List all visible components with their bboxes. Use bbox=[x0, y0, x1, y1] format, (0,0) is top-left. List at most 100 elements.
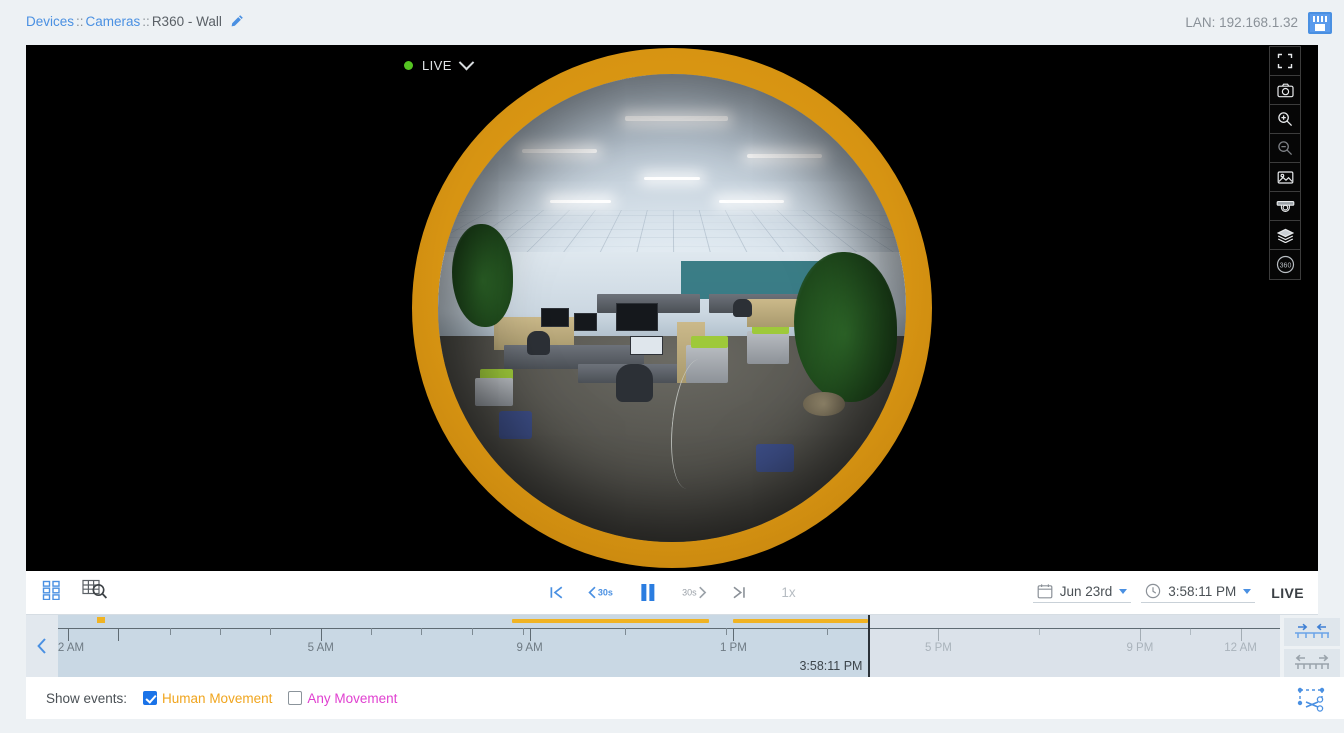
playback-speed[interactable]: 1x bbox=[781, 585, 795, 600]
office-chair bbox=[615, 364, 654, 402]
ethernet-port-icon[interactable] bbox=[1308, 11, 1332, 34]
clip-export-icon[interactable] bbox=[1280, 677, 1344, 719]
live-status-badge[interactable]: LIVE bbox=[404, 54, 475, 73]
timeline-tick bbox=[1039, 628, 1041, 635]
timeline-tick-label: 5 PM bbox=[925, 642, 952, 654]
timeline-tick bbox=[270, 628, 272, 635]
timeline-tick-label: 12 AM bbox=[1224, 642, 1257, 654]
svg-text:360: 360 bbox=[1279, 263, 1291, 270]
potted-plant bbox=[452, 223, 513, 327]
skip-to-start-button[interactable] bbox=[548, 584, 565, 601]
monitor bbox=[540, 308, 570, 327]
image-settings-icon[interactable] bbox=[1270, 163, 1300, 192]
view-mode-buttons bbox=[42, 579, 108, 606]
timeline-track[interactable]: 12 AM 5 AM 9 AM 1 PM 5 PM 9 PM 12 AM 3:58:11 P… bbox=[58, 615, 1286, 677]
timeline-tick bbox=[938, 628, 940, 641]
grid-search-icon[interactable] bbox=[82, 579, 108, 606]
video-toolbar: 360 bbox=[1269, 46, 1301, 280]
network-status: LAN: 192.168.1.32 bbox=[1185, 11, 1332, 34]
storage-cabinet bbox=[746, 331, 789, 365]
timeline-tick bbox=[67, 628, 69, 641]
breadcrumb-cameras[interactable]: Cameras bbox=[86, 14, 141, 29]
show-events-label: Show events: bbox=[46, 690, 128, 706]
timeline-event-marker[interactable] bbox=[97, 617, 106, 623]
live-mode-label[interactable]: LIVE bbox=[1271, 585, 1304, 601]
back-30s-button[interactable]: 30s bbox=[587, 584, 617, 601]
grid-view-icon[interactable] bbox=[42, 580, 62, 605]
ceiling-light bbox=[643, 176, 701, 180]
timeline-tick bbox=[169, 628, 171, 635]
human-movement-checkbox[interactable] bbox=[143, 691, 158, 705]
skip-to-end-button[interactable] bbox=[730, 584, 747, 601]
timeline-event-marker[interactable] bbox=[512, 619, 709, 623]
camera-view bbox=[438, 74, 906, 542]
breadcrumb-separator-2: :: bbox=[142, 14, 150, 29]
fullscreen-icon[interactable] bbox=[1270, 47, 1300, 76]
timeline-tick bbox=[471, 628, 473, 635]
monitor bbox=[615, 303, 658, 332]
timeline-tick-label: 1 PM bbox=[719, 642, 747, 654]
time-picker[interactable]: 3:58:11 PM bbox=[1141, 582, 1256, 603]
timeline-axis bbox=[58, 628, 1286, 629]
live-badge-label: LIVE bbox=[422, 58, 452, 73]
transport-controls: 30s 30s 1x bbox=[548, 583, 796, 602]
any-movement-label: Any Movement bbox=[307, 690, 398, 706]
timeline-tick bbox=[523, 628, 525, 635]
datetime-controls: Jun 23rd 3:58:11 PM LIVE bbox=[1032, 582, 1304, 603]
timeline-tick bbox=[826, 628, 828, 635]
timeline-tick bbox=[371, 628, 373, 635]
timeline-tick bbox=[118, 628, 120, 641]
timeline-tick bbox=[1139, 628, 1141, 641]
forward-30s-button[interactable]: 30s bbox=[678, 584, 708, 601]
date-picker[interactable]: Jun 23rd bbox=[1032, 582, 1132, 603]
video-stage[interactable]: LIVE 360 bbox=[26, 45, 1318, 571]
office-chair bbox=[526, 331, 551, 355]
timeline-event-marker[interactable] bbox=[733, 619, 869, 623]
recycling-bin bbox=[756, 443, 794, 472]
timeline-tick bbox=[1240, 628, 1242, 641]
date-value: Jun 23rd bbox=[1059, 583, 1113, 599]
timeline-tools-rail bbox=[1280, 615, 1344, 733]
monitor bbox=[573, 312, 598, 332]
timeline-tick bbox=[529, 628, 531, 641]
pencil-icon[interactable] bbox=[230, 14, 244, 31]
breadcrumb-separator-1: :: bbox=[76, 14, 84, 29]
storage-cabinet bbox=[475, 378, 513, 407]
timeline-tick bbox=[733, 628, 735, 641]
dewarp-360-icon[interactable]: 360 bbox=[1270, 250, 1300, 279]
timeline-zoom-in-icon[interactable] bbox=[1284, 618, 1340, 646]
ceiling-light bbox=[522, 148, 598, 153]
chevron-left-icon bbox=[37, 638, 46, 654]
breadcrumb-devices[interactable]: Devices bbox=[26, 14, 74, 29]
timeline-tick bbox=[1190, 628, 1192, 635]
playhead-time-label: 3:58:11 PM bbox=[799, 659, 863, 673]
zoom-in-icon[interactable] bbox=[1270, 105, 1300, 134]
top-bar: Devices:: Cameras:: R360 - Wall LAN: 192.1… bbox=[0, 0, 1344, 45]
timeline-tick bbox=[320, 628, 322, 641]
timeline-prev-button[interactable] bbox=[26, 615, 58, 677]
timeline-tick-label: 5 AM bbox=[307, 642, 334, 654]
live-indicator-dot bbox=[404, 61, 413, 70]
events-filter-bar: Show events: Human Movement Any Movement bbox=[26, 677, 1318, 719]
time-value: 3:58:11 PM bbox=[1168, 583, 1237, 599]
event-filter-human-movement[interactable]: Human Movement bbox=[143, 691, 272, 706]
timeline-tick bbox=[726, 628, 728, 635]
ceiling-light bbox=[625, 116, 729, 122]
timeline-playhead[interactable] bbox=[868, 615, 871, 677]
event-filter-any-movement[interactable]: Any Movement bbox=[288, 691, 397, 706]
timeline-zoom-out-icon[interactable] bbox=[1284, 649, 1340, 677]
dome-camera-icon[interactable] bbox=[1270, 192, 1300, 221]
chevron-down-icon[interactable] bbox=[1243, 588, 1252, 594]
layers-icon[interactable] bbox=[1270, 221, 1300, 250]
any-movement-checkbox[interactable] bbox=[288, 691, 303, 705]
chevron-down-icon[interactable] bbox=[458, 54, 475, 71]
pause-button[interactable] bbox=[639, 583, 656, 602]
chevron-down-icon[interactable] bbox=[1119, 588, 1128, 594]
lan-address: LAN: 192.168.1.32 bbox=[1185, 15, 1298, 30]
clock-icon bbox=[1146, 583, 1161, 599]
timeline-tick bbox=[625, 628, 627, 635]
breadcrumb: Devices:: Cameras:: R360 - Wall bbox=[26, 14, 244, 31]
breadcrumb-current: R360 - Wall bbox=[151, 14, 222, 29]
zoom-out-icon[interactable] bbox=[1270, 134, 1300, 163]
snapshot-camera-icon[interactable] bbox=[1270, 76, 1300, 105]
